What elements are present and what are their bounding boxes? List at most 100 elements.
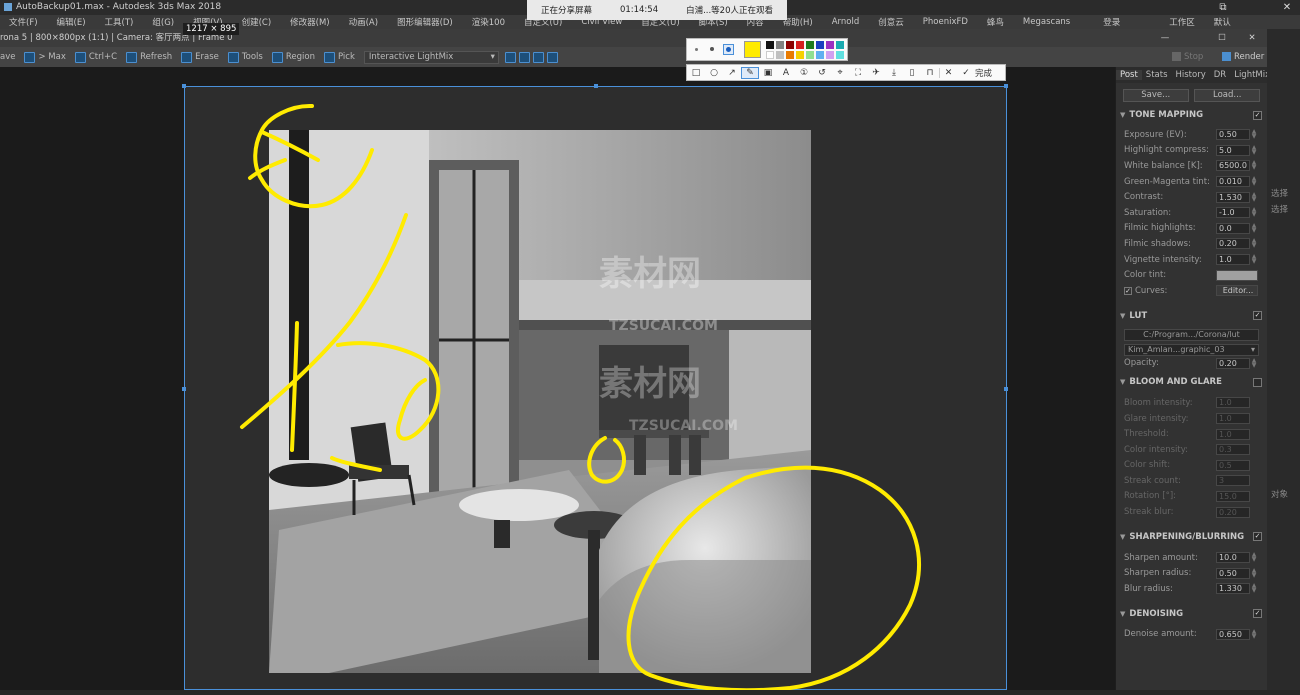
undo-icon[interactable]: ↺ xyxy=(813,68,831,78)
color-tint-swatch[interactable] xyxy=(1216,269,1258,281)
mosaic-tool-icon[interactable]: ▣ xyxy=(759,68,777,78)
spinner-icon[interactable]: ▲ ▼ xyxy=(1250,176,1258,187)
menu-phoenixfd[interactable]: PhoenixFD xyxy=(914,17,978,27)
resize-handle[interactable] xyxy=(182,84,186,88)
tab-stats[interactable]: Stats xyxy=(1142,70,1172,80)
download-icon[interactable]: ⤓ xyxy=(885,68,903,78)
lut-checkbox[interactable]: ✓ xyxy=(1253,311,1262,321)
save-settings-button[interactable]: Save... xyxy=(1122,88,1189,102)
bloom-intensity-field[interactable]: 1.0 xyxy=(1216,397,1250,409)
glare-intensity-field[interactable]: 1.0 xyxy=(1216,413,1250,425)
resize-handle[interactable] xyxy=(182,387,186,391)
rotation-field[interactable]: 15.0 xyxy=(1216,490,1250,502)
number-tool-icon[interactable]: ① xyxy=(795,68,813,78)
streak-blur-field[interactable]: 0.20 xyxy=(1216,506,1250,518)
menu-tools[interactable]: 工具(T) xyxy=(96,16,144,28)
spinner-icon[interactable]: ▲ ▼ xyxy=(1250,567,1258,579)
color-swatch[interactable] xyxy=(766,41,774,49)
restore-icon[interactable]: ⧉ xyxy=(1210,0,1236,15)
blur-radius-field[interactable]: 1.330 xyxy=(1216,583,1250,595)
lut-header[interactable]: ▼ LUT ✓ xyxy=(1116,308,1267,324)
menu-megascans[interactable]: Megascans xyxy=(1014,17,1080,27)
denoise-amount-field[interactable]: 0.650 xyxy=(1216,628,1250,640)
lightmix-select[interactable]: Interactive LightMix ▾ xyxy=(363,50,499,64)
zoom-fit-icon[interactable] xyxy=(532,51,544,63)
menu-arnold[interactable]: Arnold xyxy=(823,17,870,27)
white-balance-field[interactable]: 6500.0 xyxy=(1216,160,1250,172)
bookmark-icon[interactable]: ⊓ xyxy=(921,68,939,78)
exposure-field[interactable]: 0.50 xyxy=(1216,129,1250,141)
resize-handle[interactable] xyxy=(1004,387,1008,391)
threshold-field[interactable]: 1.0 xyxy=(1216,428,1250,440)
color-swatch[interactable] xyxy=(766,51,774,59)
color-swatch[interactable] xyxy=(816,41,824,49)
tone-mapping-header[interactable]: ▼ TONE MAPPING ✓ xyxy=(1116,107,1267,123)
lut-path-button[interactable]: C:/Program.../Corona/lut xyxy=(1124,328,1259,341)
sharpen-amount-field[interactable]: 10.0 xyxy=(1216,552,1250,564)
erase-button[interactable]: Erase xyxy=(181,51,219,63)
render-button[interactable]: Render xyxy=(1222,52,1264,62)
menu-rendering[interactable]: 渲染100 xyxy=(463,16,515,28)
sharpening-checkbox[interactable]: ✓ xyxy=(1253,532,1262,542)
ocr-icon[interactable]: ⌖ xyxy=(831,68,849,78)
color-swatch[interactable] xyxy=(836,41,844,49)
resize-handle[interactable] xyxy=(594,84,598,88)
ellipse-tool-icon[interactable]: ○ xyxy=(705,68,723,78)
refresh-button[interactable]: Refresh xyxy=(126,51,172,63)
spinner-icon[interactable]: ▲ ▼ xyxy=(1250,552,1258,563)
region-button[interactable]: Region xyxy=(271,51,315,63)
denoising-header[interactable]: ▼ DENOISING ✓ xyxy=(1116,606,1267,622)
zoom-reset-icon[interactable] xyxy=(546,51,558,63)
phone-icon[interactable]: ▯ xyxy=(903,68,921,78)
menu-creative-cloud[interactable]: 创意云 xyxy=(869,16,914,28)
cancel-icon[interactable]: ✕ xyxy=(939,67,957,78)
minimize-icon[interactable]: — xyxy=(1155,29,1175,47)
menu-modifiers[interactable]: 修改器(M) xyxy=(281,16,339,28)
sharpening-header[interactable]: ▼ SHARPENING/BLURRING ✓ xyxy=(1116,529,1267,545)
color-swatch[interactable] xyxy=(786,51,794,59)
scan-icon[interactable]: ⛶ xyxy=(849,68,867,78)
menu-file[interactable]: 文件(F) xyxy=(0,16,48,28)
workspace-default[interactable]: 默认 xyxy=(1205,16,1241,28)
zoom-in-icon[interactable] xyxy=(504,51,516,63)
pick-button[interactable]: Pick xyxy=(323,51,355,63)
spinner-icon[interactable]: ▲ ▼ xyxy=(1250,191,1258,203)
arrow-tool-icon[interactable]: ↗ xyxy=(723,68,741,78)
tab-dr[interactable]: DR xyxy=(1210,70,1230,80)
load-settings-button[interactable]: Load... xyxy=(1194,88,1261,102)
lut-opacity-field[interactable]: 0.20 xyxy=(1216,357,1250,369)
tab-post[interactable]: Post xyxy=(1116,70,1142,80)
color-swatch[interactable] xyxy=(796,41,804,49)
close-icon[interactable]: ✕ xyxy=(1274,0,1300,15)
menu-create[interactable]: 创建(C) xyxy=(233,16,282,28)
stop-button[interactable]: Stop xyxy=(1172,52,1203,62)
color-swatch[interactable] xyxy=(776,41,784,49)
color-swatch[interactable] xyxy=(826,51,834,59)
highlight-compress-field[interactable]: 5.0 xyxy=(1216,144,1250,156)
far-right-label[interactable]: 选择 xyxy=(1271,203,1288,215)
menu-graph-editors[interactable]: 图形编辑器(D) xyxy=(388,16,463,28)
pen-size-large[interactable] xyxy=(723,44,734,55)
lut-file-select[interactable]: Kim_Amlan...graphic_03 ▾ xyxy=(1124,343,1259,356)
filmic-highlights-field[interactable]: 0.0 xyxy=(1216,222,1250,234)
color-swatch[interactable] xyxy=(806,51,814,59)
color-swatch[interactable] xyxy=(816,51,824,59)
curves-checkbox[interactable]: ✓ xyxy=(1124,286,1132,295)
saturation-field[interactable]: -1.0 xyxy=(1216,207,1250,219)
color-swatch[interactable] xyxy=(786,41,794,49)
color-swatch[interactable] xyxy=(776,51,784,59)
menu-group[interactable]: 组(G) xyxy=(143,16,184,28)
spinner-icon[interactable]: ▲ ▼ xyxy=(1250,207,1258,218)
current-color-swatch[interactable] xyxy=(744,41,761,58)
menu-animation[interactable]: 动画(A) xyxy=(340,16,388,28)
color-intensity-field[interactable]: 0.3 xyxy=(1216,444,1250,456)
spinner-icon[interactable]: ▲ ▼ xyxy=(1250,160,1258,171)
pen-tool-icon[interactable]: ✎ xyxy=(741,66,759,79)
zoom-out-icon[interactable] xyxy=(518,51,530,63)
spinner-icon[interactable]: ▲ ▼ xyxy=(1250,628,1258,640)
copy-button[interactable]: Ctrl+C xyxy=(74,51,117,63)
rectangle-tool-icon[interactable]: □ xyxy=(687,68,705,78)
color-swatch[interactable] xyxy=(796,51,804,59)
spinner-icon[interactable]: ▲ ▼ xyxy=(1250,254,1258,265)
spinner-icon[interactable]: ▲ ▼ xyxy=(1250,129,1258,140)
